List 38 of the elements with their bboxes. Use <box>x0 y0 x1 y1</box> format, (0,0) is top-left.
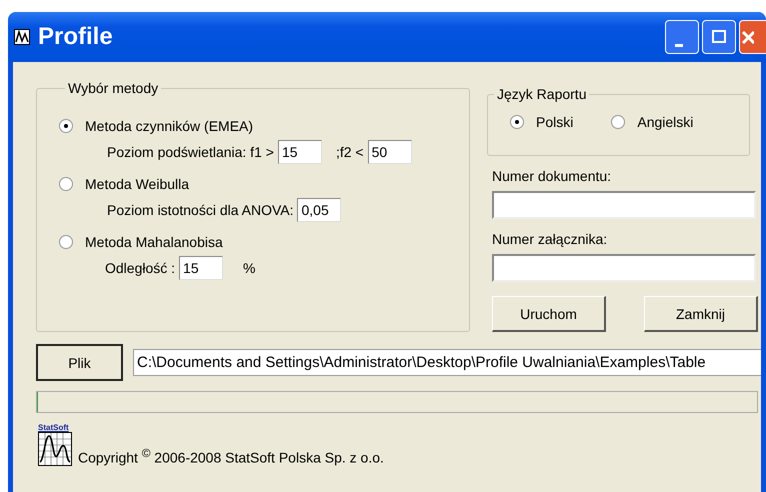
parameter-label: ;f2 < <box>336 144 364 160</box>
option-label: Metoda Weibulla <box>85 176 190 192</box>
radio-button[interactable] <box>510 115 524 129</box>
option-label: Polski <box>536 114 574 130</box>
logo-text: StatSoft <box>38 423 69 432</box>
file-button[interactable]: Plik <box>36 344 123 381</box>
parameter-label: Odległość : <box>105 260 176 276</box>
parameter-label: Poziom istotności dla ANOVA: <box>107 202 294 218</box>
input-field[interactable] <box>492 191 756 219</box>
option-label: Metoda czynników (EMEA) <box>85 118 254 134</box>
option-label: Angielski <box>637 114 694 130</box>
group-title: Wybór metody <box>67 80 160 96</box>
radio-button[interactable] <box>59 177 73 191</box>
radio-button[interactable] <box>611 115 626 129</box>
input-field[interactable] <box>492 254 756 282</box>
radio-button[interactable] <box>59 235 73 249</box>
parameter-label: Poziom podświetlania: f1 > <box>107 144 274 160</box>
window-title: Profile <box>38 23 113 51</box>
dialog-button[interactable]: Zamknij <box>644 296 758 332</box>
maximize-button[interactable] <box>702 20 736 54</box>
input-field[interactable]: 15 <box>179 256 224 280</box>
copyright-text: Copyright $^{©}$ 2006-2008 StatSoft Polska Sp. z o.o. <box>78 447 384 466</box>
minimize-button[interactable] <box>665 20 699 54</box>
field-label: Numer dokumentu: <box>492 168 612 184</box>
option-label: Metoda Mahalanobisa <box>85 234 223 250</box>
chart-logo-icon <box>38 432 72 466</box>
dialog-button[interactable]: Uruchom <box>492 296 606 332</box>
chart-icon <box>14 29 30 45</box>
close-button[interactable] <box>739 20 766 54</box>
input-field[interactable]: 50 <box>368 140 412 164</box>
minimize-icon <box>675 44 683 46</box>
unit-label: % <box>243 260 256 276</box>
file-path-field[interactable]: C:\Documents and Settings\Administrator\Desktop\Profile Uwalniania\Examples\Table <box>133 349 761 376</box>
input-field[interactable]: 0,05 <box>297 198 342 222</box>
input-field[interactable]: 15 <box>278 140 322 164</box>
radio-button[interactable] <box>59 119 73 133</box>
group-title: Język Raportu <box>496 86 588 102</box>
field-label: Numer załącznika: <box>492 231 608 247</box>
